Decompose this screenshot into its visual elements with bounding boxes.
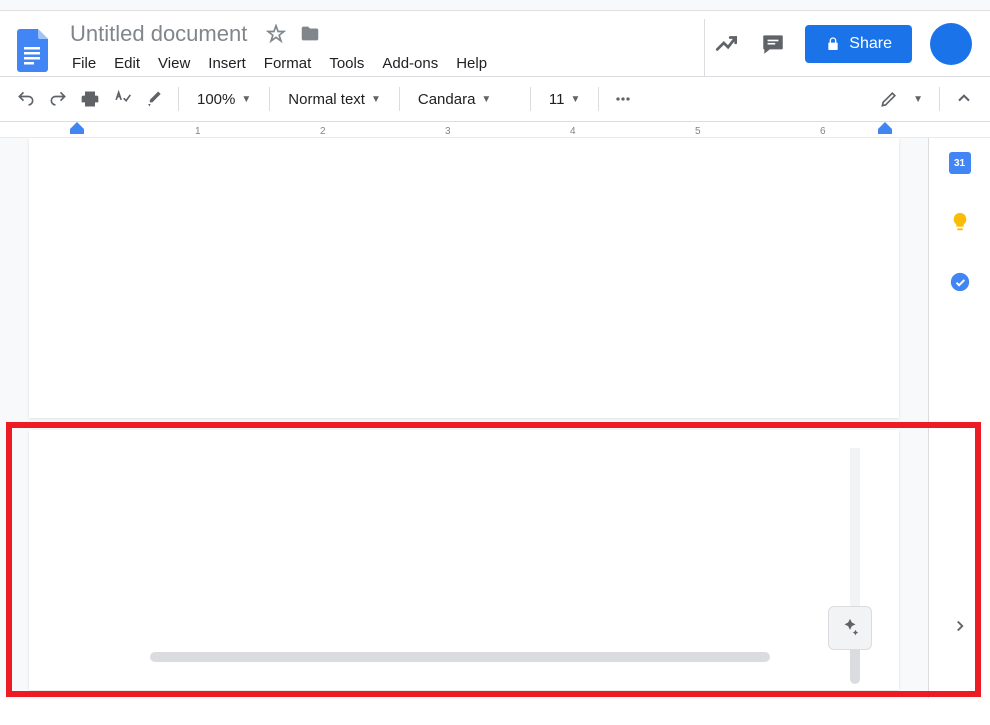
menu-format[interactable]: Format (256, 51, 320, 76)
ruler-tick: 6 (820, 126, 826, 137)
editing-mode-icon[interactable] (875, 85, 903, 113)
ruler-tick: 1 (195, 126, 201, 137)
style-value: Normal text (288, 91, 365, 108)
print-icon[interactable] (76, 85, 104, 113)
comments-icon[interactable] (759, 30, 787, 58)
toolbar: 100% ▼ Normal text ▼ Candara ▼ 11 ▼ ▼ (0, 76, 990, 122)
separator (598, 87, 599, 111)
spellcheck-icon[interactable] (108, 85, 136, 113)
share-button[interactable]: Share (805, 25, 912, 63)
more-icon[interactable] (609, 85, 637, 113)
title-row: Untitled document (64, 19, 696, 49)
indent-marker-left[interactable] (70, 122, 84, 138)
font-value: Candara (418, 91, 476, 108)
font-size-value: 11 (549, 91, 565, 108)
document-title[interactable]: Untitled document (64, 19, 253, 49)
ruler-tick: 2 (320, 126, 326, 137)
folder-icon[interactable] (299, 23, 321, 45)
chevron-down-icon: ▼ (481, 94, 491, 105)
collapse-toolbar-icon[interactable] (950, 85, 978, 113)
horizontal-scrollbar-thumb[interactable] (150, 652, 770, 662)
ruler-tick: 4 (570, 126, 576, 137)
paint-format-icon[interactable] (140, 85, 168, 113)
chevron-down-icon: ▼ (570, 94, 580, 105)
menu-addons[interactable]: Add-ons (374, 51, 446, 76)
star-icon[interactable] (265, 23, 287, 45)
docs-logo[interactable] (12, 25, 52, 75)
keep-app-icon[interactable] (948, 210, 972, 234)
menu-view[interactable]: View (150, 51, 198, 76)
chevron-down-icon[interactable]: ▼ (907, 94, 929, 105)
zoom-value: 100% (197, 91, 235, 108)
title-area: Untitled document File Edit View Insert … (64, 19, 696, 76)
content-area: 31 (0, 138, 990, 698)
explore-button[interactable] (828, 606, 872, 650)
header: Untitled document File Edit View Insert … (0, 11, 990, 76)
side-panel: 31 (928, 138, 990, 698)
header-divider (704, 19, 705, 76)
side-panel-expand-icon[interactable] (948, 614, 972, 638)
separator (530, 87, 531, 111)
menu-bar: File Edit View Insert Format Tools Add-o… (64, 51, 696, 76)
chevron-down-icon: ▼ (241, 94, 251, 105)
activity-icon[interactable] (713, 30, 741, 58)
undo-icon[interactable] (12, 85, 40, 113)
menu-file[interactable]: File (64, 51, 104, 76)
document-canvas[interactable] (0, 138, 928, 698)
ruler-tick: 5 (695, 126, 701, 137)
ruler-tick: 3 (445, 126, 451, 137)
separator (178, 87, 179, 111)
menu-edit[interactable]: Edit (106, 51, 148, 76)
share-label: Share (849, 35, 892, 53)
ruler[interactable]: 1 2 3 4 5 6 (0, 122, 990, 138)
page[interactable] (29, 138, 899, 418)
avatar[interactable] (930, 23, 972, 65)
page[interactable] (29, 430, 899, 690)
style-dropdown[interactable]: Normal text ▼ (280, 87, 389, 112)
separator (399, 87, 400, 111)
chevron-down-icon: ▼ (371, 94, 381, 105)
lock-icon (825, 36, 841, 52)
font-size-dropdown[interactable]: 11 ▼ (541, 87, 588, 112)
indent-marker-right[interactable] (878, 122, 892, 138)
font-dropdown[interactable]: Candara ▼ (410, 87, 520, 112)
zoom-dropdown[interactable]: 100% ▼ (189, 87, 259, 112)
menu-insert[interactable]: Insert (200, 51, 254, 76)
menu-help[interactable]: Help (448, 51, 495, 76)
calendar-app-icon[interactable]: 31 (949, 152, 971, 174)
tasks-app-icon[interactable] (948, 270, 972, 294)
header-right: Share (713, 23, 978, 65)
separator (939, 87, 940, 111)
separator (269, 87, 270, 111)
browser-chrome-strip (0, 0, 990, 11)
redo-icon[interactable] (44, 85, 72, 113)
menu-tools[interactable]: Tools (321, 51, 372, 76)
